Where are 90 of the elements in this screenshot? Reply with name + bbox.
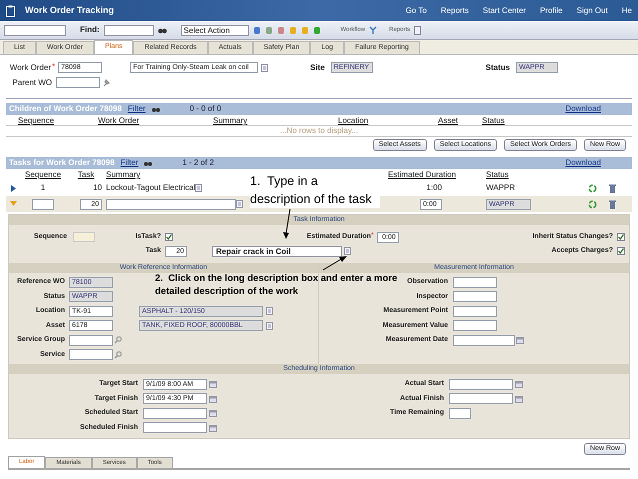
input-field[interactable] <box>143 422 207 434</box>
checkbox[interactable] <box>165 233 173 241</box>
input-field[interactable] <box>32 198 54 210</box>
input-field[interactable] <box>69 334 113 346</box>
field-label: Parent WO <box>11 76 53 88</box>
header-link[interactable]: Reports <box>440 4 469 16</box>
binoculars-icon[interactable] <box>144 160 152 166</box>
header-link[interactable]: Start Center <box>482 4 526 16</box>
checkbox[interactable] <box>617 247 625 255</box>
search-icon[interactable] <box>114 350 122 359</box>
pin-icon[interactable] <box>103 78 110 86</box>
long-description-icon[interactable] <box>195 184 202 192</box>
input-field[interactable] <box>449 393 513 404</box>
input-field[interactable] <box>449 378 513 390</box>
expand-arrow-icon[interactable] <box>10 184 16 192</box>
trash-icon[interactable] <box>608 184 616 192</box>
pagination-text: 1 - 2 of 2 <box>182 157 214 169</box>
table-cell: 1 <box>40 182 46 194</box>
field-label: Status <box>486 62 510 74</box>
input-field[interactable] <box>453 334 515 346</box>
dropdown-field[interactable] <box>4 24 66 36</box>
workflow-icon[interactable] <box>369 26 378 34</box>
search-icon[interactable] <box>114 336 122 344</box>
column-header[interactable]: Summary <box>106 169 140 181</box>
input-field[interactable] <box>453 320 497 332</box>
table-title: Tasks for Work Order 78098 <box>9 157 115 169</box>
input-field[interactable] <box>56 77 100 88</box>
input-field[interactable] <box>106 198 236 210</box>
arrow-icon <box>282 208 292 240</box>
table-cell: 1:00 <box>426 182 442 194</box>
input-field[interactable] <box>143 408 207 419</box>
calendar-icon[interactable] <box>208 409 218 418</box>
table-title: Children of Work Order 78098 <box>9 103 122 115</box>
collapse-arrow-icon[interactable] <box>10 201 16 207</box>
long-description-icon[interactable] <box>344 247 351 255</box>
column-header[interactable]: Estimated Duration <box>388 169 456 181</box>
input-field[interactable] <box>453 276 497 288</box>
arrow-icon <box>322 255 348 271</box>
column-header[interactable]: Location <box>298 115 368 127</box>
input-field[interactable] <box>73 232 95 242</box>
long-description-icon[interactable] <box>261 64 268 72</box>
find-field[interactable] <box>104 24 154 36</box>
long-description-icon[interactable] <box>266 322 273 330</box>
calendar-icon[interactable] <box>208 424 218 432</box>
required-asterisk: * <box>52 61 56 73</box>
calendar-icon[interactable] <box>208 380 218 388</box>
table-cell: Lockout-Tagout Electrical <box>106 182 196 194</box>
field-label: Site <box>310 62 325 74</box>
filter-link[interactable]: Filter <box>128 103 146 115</box>
header-link[interactable]: He <box>622 4 632 16</box>
checkbox[interactable] <box>617 233 625 241</box>
column-header[interactable]: Task <box>78 169 94 181</box>
clipboard-icon <box>6 4 15 16</box>
annotation-text: 2. Click on the long description box and enter a more detailed description of the work <box>155 272 398 298</box>
pagination-text: 0 - 0 of 0 <box>190 103 222 115</box>
trash-icon[interactable] <box>608 200 616 208</box>
long-description-icon[interactable] <box>266 307 273 316</box>
binoculars-icon[interactable] <box>152 106 160 112</box>
field-label: Work Order <box>8 62 52 74</box>
column-header[interactable]: Sequence <box>18 115 54 127</box>
find-label: Find: <box>80 24 100 36</box>
filter-link[interactable]: Filter <box>120 157 138 169</box>
column-header[interactable]: Status <box>468 115 505 127</box>
column-header[interactable]: Summary <box>178 115 248 127</box>
column-header[interactable]: Asset <box>398 115 458 127</box>
calendar-icon[interactable] <box>514 380 524 388</box>
calendar-icon[interactable] <box>516 336 524 344</box>
input-field[interactable] <box>453 306 497 317</box>
table-cell: WAPPR <box>486 182 516 194</box>
empty-message: ...No rows to display... <box>280 125 358 137</box>
description-field[interactable]: Repair crack in Coil <box>212 246 342 256</box>
input-field[interactable] <box>449 408 471 419</box>
header-link[interactable]: Profile <box>540 4 563 16</box>
header-link[interactable]: Sign Out <box>576 4 608 16</box>
table-cell: 10 <box>93 182 102 194</box>
long-description-icon[interactable] <box>236 200 243 208</box>
column-header[interactable]: Sequence <box>24 169 62 181</box>
window-title: Work Order Tracking <box>25 4 114 17</box>
calendar-icon[interactable] <box>514 394 524 403</box>
column-header[interactable]: Status <box>486 169 509 181</box>
download-link[interactable]: Download <box>565 103 601 115</box>
calendar-icon[interactable] <box>208 394 218 403</box>
input-field[interactable] <box>453 291 497 302</box>
input-field[interactable] <box>69 349 113 360</box>
report-icon[interactable] <box>414 26 422 34</box>
column-header[interactable]: Work Order <box>58 115 140 127</box>
action-select[interactable]: Select Action <box>180 24 249 36</box>
header-link[interactable]: Go To <box>406 4 427 16</box>
binoculars-icon[interactable] <box>158 26 167 34</box>
download-link[interactable]: Download <box>565 157 601 169</box>
